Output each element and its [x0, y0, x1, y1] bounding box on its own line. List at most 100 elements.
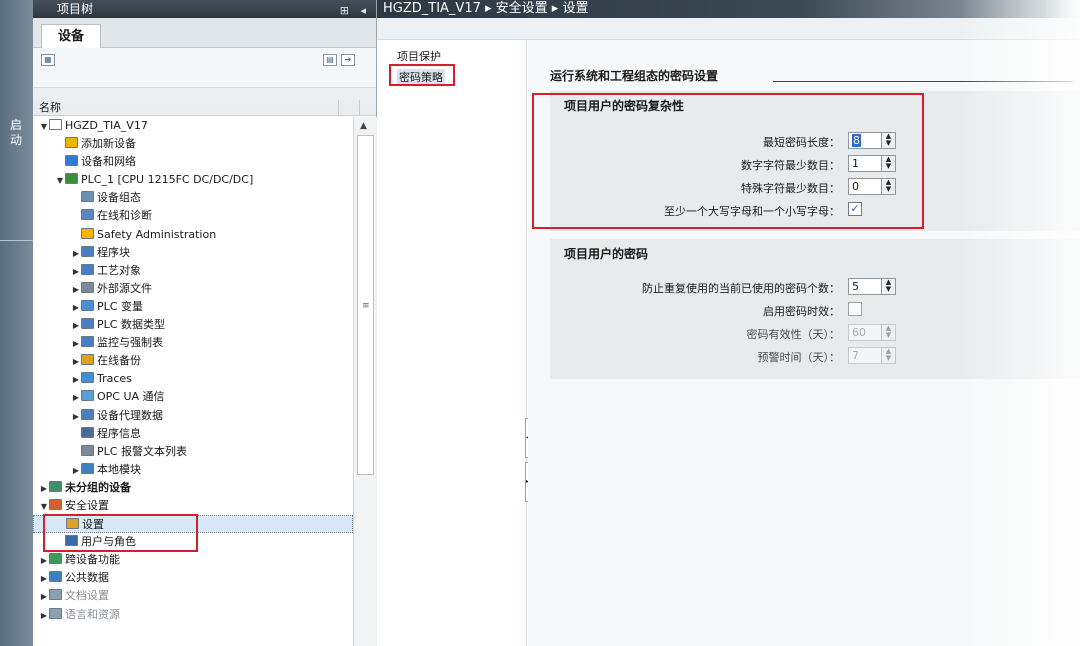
project-tree-panel: 项目树 ⊞ ◂ 设备 ▦ ▤ ➔ 名称 ▼ HGZD_TIA_V17 添加新设备 设备…	[33, 0, 377, 646]
expand-right-icon[interactable]: ▶	[71, 335, 81, 353]
expand-right-icon[interactable]: ▶	[39, 480, 49, 498]
editor-area: HGZD_TIA_V17 ▸ 安全设置 ▸ 设置 项目保护 密码策略 ◂ ▸ 运…	[377, 0, 1080, 646]
expand-right-icon[interactable]: ▶	[71, 353, 81, 371]
tab-bar: 设备	[33, 18, 376, 49]
warning-label: 预警时间（天）：	[757, 351, 841, 364]
expand-right-icon[interactable]: ▶	[39, 552, 49, 570]
stepper-updown-icon[interactable]: ▲ ▼	[881, 348, 895, 363]
export-icon[interactable]: ➔	[341, 54, 355, 66]
tree-item-label: 程序块	[97, 245, 130, 259]
tree-item[interactable]: ▶ 本地模块	[33, 461, 353, 479]
warning-stepper[interactable]: 7 ▲ ▼	[848, 347, 896, 364]
section-title-line	[773, 81, 1073, 82]
breadcrumb: HGZD_TIA_V17 ▸ 安全设置 ▸ 设置	[377, 0, 1080, 18]
tree-scrollbar[interactable]: ▲ ≡	[353, 117, 377, 646]
project-user-password-group: 项目用户的密码 防止重复使用的当前已使用的密码个数： 5 ▲ ▼ 启用密码时效： …	[550, 239, 1080, 379]
warning-row: 预警时间（天）： 7 ▲ ▼	[550, 346, 1080, 366]
validity-value: 60	[852, 326, 866, 339]
name-column-header[interactable]: 名称	[33, 100, 376, 116]
nav-project-protection[interactable]: 项目保护	[397, 48, 441, 64]
tree-item[interactable]: ▶ 跨设备功能	[33, 551, 353, 569]
reuse-value: 5	[852, 280, 859, 293]
tree-item[interactable]: ▼ 安全设置	[33, 497, 353, 515]
tree-item[interactable]: PLC 报警文本列表	[33, 443, 353, 461]
strip-divider	[0, 240, 33, 241]
expand-down-icon[interactable]: ▼	[55, 172, 65, 190]
tree-item[interactable]: ▶ 文档设置	[33, 587, 353, 605]
reuse-stepper[interactable]: 5 ▲ ▼	[848, 278, 896, 295]
tree-item-icon	[81, 354, 94, 366]
expand-right-icon[interactable]: ▶	[71, 263, 81, 281]
scroll-thumb[interactable]: ≡	[357, 135, 374, 475]
expire-checkbox[interactable]	[848, 302, 862, 316]
password-title: 项目用户的密码	[564, 247, 649, 261]
tree-item[interactable]: ▶ 程序块	[33, 244, 353, 262]
tree-item-label: PLC 变量	[97, 299, 143, 313]
tree-item-icon	[65, 155, 78, 167]
tree-item-icon	[81, 444, 94, 456]
expand-right-icon[interactable]: ▶	[71, 245, 81, 263]
tree-item[interactable]: ▶ 设备代理数据	[33, 407, 353, 425]
task-card-strip: 启动	[0, 0, 33, 646]
tree-item[interactable]: 添加新设备	[33, 135, 353, 153]
tree-item-icon	[81, 462, 94, 474]
tree-item-icon	[81, 372, 94, 384]
tree-item-icon	[81, 281, 94, 293]
validity-label: 密码有效性（天）：	[746, 328, 841, 341]
tree-item[interactable]: Safety Administration	[33, 226, 353, 244]
expand-right-icon[interactable]: ▶	[71, 462, 81, 480]
stepper-updown-icon[interactable]: ▲ ▼	[881, 279, 895, 294]
tree-item[interactable]: ▶ PLC 变量	[33, 298, 353, 316]
grip-icon: ≡	[362, 301, 370, 311]
tab-devices[interactable]: 设备	[41, 24, 101, 49]
expand-right-icon[interactable]: ▶	[39, 570, 49, 588]
tree-item-label: 设备代理数据	[97, 408, 163, 422]
table-view-icon[interactable]: ▤	[323, 54, 337, 66]
tree-item[interactable]: ▶ 工艺对象	[33, 262, 353, 280]
validity-stepper[interactable]: 60 ▲ ▼	[848, 324, 896, 341]
expand-right-icon[interactable]: ▶	[71, 371, 81, 389]
tree-item[interactable]: ▶ 监控与强制表	[33, 334, 353, 352]
expand-right-icon[interactable]: ▶	[71, 389, 81, 407]
column-separator	[359, 100, 360, 116]
tree-item-label: 语言和资源	[65, 607, 120, 621]
tree-item[interactable]: ▶ 在线备份	[33, 352, 353, 370]
tree-item[interactable]: ▼ HGZD_TIA_V17	[33, 117, 353, 135]
tree-item[interactable]: 设备和网络	[33, 153, 353, 171]
tree-item[interactable]: ▶ Traces	[33, 370, 353, 388]
show-overview-icon[interactable]: ▦	[41, 54, 55, 66]
tree-item[interactable]: 在线和诊断	[33, 207, 353, 225]
tree-item-icon	[81, 299, 94, 311]
tree-item[interactable]: ▶ OPC UA 通信	[33, 388, 353, 406]
tree-item[interactable]: ▼ PLC_1 [CPU 1215FC DC/DC/DC]	[33, 171, 353, 189]
tree-item-label: PLC 数据类型	[97, 318, 165, 332]
tree-item[interactable]: ▶ 公共数据	[33, 569, 353, 587]
tree-item[interactable]: 设备组态	[33, 189, 353, 207]
validity-row: 密码有效性（天）： 60 ▲ ▼	[550, 323, 1080, 343]
highlight-complexity	[532, 93, 924, 229]
tree-item[interactable]: 程序信息	[33, 425, 353, 443]
expand-down-icon[interactable]: ▼	[39, 118, 49, 136]
tree-item-label: PLC 报警文本列表	[97, 444, 187, 458]
tree-item[interactable]: ▶ PLC 数据类型	[33, 316, 353, 334]
settings-nav: 项目保护 密码策略 ◂ ▸	[377, 40, 531, 646]
tree-item-icon	[81, 191, 94, 203]
expand-right-icon[interactable]: ▶	[39, 588, 49, 606]
scroll-up-icon[interactable]: ▲	[360, 121, 367, 131]
expand-right-icon[interactable]: ▶	[71, 317, 81, 335]
expand-right-icon[interactable]: ▶	[39, 607, 49, 625]
expand-right-icon[interactable]: ▶	[71, 408, 81, 426]
tree-item-label: 安全设置	[65, 498, 109, 512]
tree-item[interactable]: ▶ 语言和资源	[33, 606, 353, 624]
stepper-updown-icon[interactable]: ▲ ▼	[881, 325, 895, 340]
tree-item-label: 跨设备功能	[65, 553, 120, 567]
tree-item-icon	[81, 263, 94, 275]
expire-row: 启用密码时效：	[550, 300, 1080, 320]
tree-item-icon	[81, 245, 94, 257]
expand-right-icon[interactable]: ▶	[71, 299, 81, 317]
editor-toolbar	[377, 18, 1080, 40]
start-tab[interactable]: 启动	[6, 118, 26, 148]
tree-item[interactable]: ▶ 外部源文件	[33, 280, 353, 298]
expand-right-icon[interactable]: ▶	[71, 281, 81, 299]
tree-item[interactable]: ▶ 未分组的设备	[33, 479, 353, 497]
